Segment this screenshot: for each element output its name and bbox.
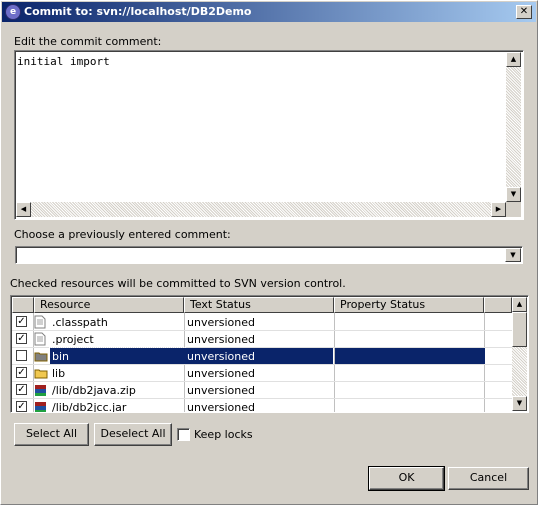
resource-name: bin: [49, 347, 186, 366]
close-button[interactable]: ✕: [516, 5, 532, 19]
resource-name: lib: [52, 367, 66, 380]
row-checkbox[interactable]: ✓: [16, 316, 27, 327]
comment-label: Edit the commit comment:: [14, 35, 162, 48]
scroll-left-icon[interactable]: ◀: [16, 202, 31, 217]
window-title: Commit to: svn://localhost/DB2Demo: [24, 5, 252, 18]
text-status: unversioned: [187, 367, 255, 380]
property-status: [335, 348, 485, 365]
resource-name: /lib/db2jcc.jar: [52, 401, 127, 413]
text-status: unversioned: [187, 333, 255, 346]
text-status: unversioned: [187, 384, 255, 397]
column-header-filler: [484, 297, 512, 313]
comment-hscrollbar[interactable]: [16, 202, 506, 217]
scroll-up-icon[interactable]: ▲: [506, 52, 521, 67]
previous-comment-label: Choose a previously entered comment:: [14, 228, 231, 241]
row-checkbox[interactable]: ✓: [16, 401, 27, 412]
comment-textarea[interactable]: [14, 50, 524, 220]
column-header-check[interactable]: [12, 297, 34, 313]
property-status: [337, 331, 483, 348]
scroll-down-icon[interactable]: ▼: [512, 396, 527, 411]
file-icon: [34, 332, 46, 346]
comment-vscrollbar[interactable]: [506, 52, 521, 202]
text-status: unversioned: [187, 316, 255, 329]
scroll-thumb[interactable]: [512, 312, 527, 347]
resources-table: Resource Text Status Property Status ✓ .c…: [10, 295, 529, 413]
column-header-text-status[interactable]: Text Status: [184, 297, 334, 313]
ok-button[interactable]: OK: [368, 466, 445, 491]
scroll-down-icon[interactable]: ▼: [506, 187, 521, 202]
archive-icon: [34, 400, 46, 412]
folder-icon: [34, 349, 48, 363]
scroll-corner: [506, 202, 521, 217]
column-header-property-status[interactable]: Property Status: [334, 297, 484, 313]
table-row[interactable]: ✓ lib unversioned: [12, 365, 512, 382]
resource-name: .classpath: [52, 316, 108, 329]
property-status: [337, 399, 483, 412]
resource-name: /lib/db2java.zip: [52, 384, 136, 397]
table-row[interactable]: ✓ /lib/db2jcc.jar unversioned: [12, 399, 512, 413]
table-row[interactable]: ✓ /lib/db2java.zip unversioned: [12, 382, 512, 399]
chevron-down-icon[interactable]: ▼: [505, 248, 521, 262]
previous-comment-combo[interactable]: ▼: [15, 246, 523, 264]
row-checkbox[interactable]: [16, 350, 27, 361]
table-row[interactable]: ✓ .project unversioned: [12, 331, 512, 348]
row-checkbox[interactable]: ✓: [16, 384, 27, 395]
resources-label: Checked resources will be committed to S…: [10, 277, 346, 290]
title-bar[interactable]: e Commit to: svn://localhost/DB2Demo ✕: [2, 2, 536, 22]
commit-dialog: e Commit to: svn://localhost/DB2Demo ✕ E…: [0, 0, 538, 505]
table-row[interactable]: bin unversioned: [12, 347, 512, 366]
cancel-button[interactable]: Cancel: [448, 467, 529, 490]
text-status: unversioned: [185, 348, 333, 365]
row-checkbox[interactable]: ✓: [16, 367, 27, 378]
comment-text: initial import: [17, 55, 110, 68]
file-icon: [34, 315, 46, 329]
column-header-resource[interactable]: Resource: [34, 297, 184, 313]
property-status: [337, 382, 483, 399]
table-row[interactable]: ✓ .classpath unversioned: [12, 314, 512, 331]
property-status: [337, 314, 483, 331]
property-status: [337, 365, 483, 382]
scroll-right-icon[interactable]: ▶: [491, 202, 506, 217]
eclipse-icon: e: [5, 4, 21, 20]
select-all-button[interactable]: Select All: [14, 423, 89, 446]
archive-icon: [34, 383, 46, 397]
row-checkbox[interactable]: ✓: [16, 333, 27, 344]
text-status: unversioned: [187, 401, 255, 413]
scroll-up-icon[interactable]: ▲: [512, 297, 527, 312]
resource-name: .project: [52, 333, 94, 346]
deselect-all-button[interactable]: Deselect All: [94, 423, 172, 446]
keep-locks-checkbox[interactable]: [177, 428, 190, 441]
keep-locks-label: Keep locks: [194, 428, 253, 441]
folder-icon: [34, 366, 48, 380]
